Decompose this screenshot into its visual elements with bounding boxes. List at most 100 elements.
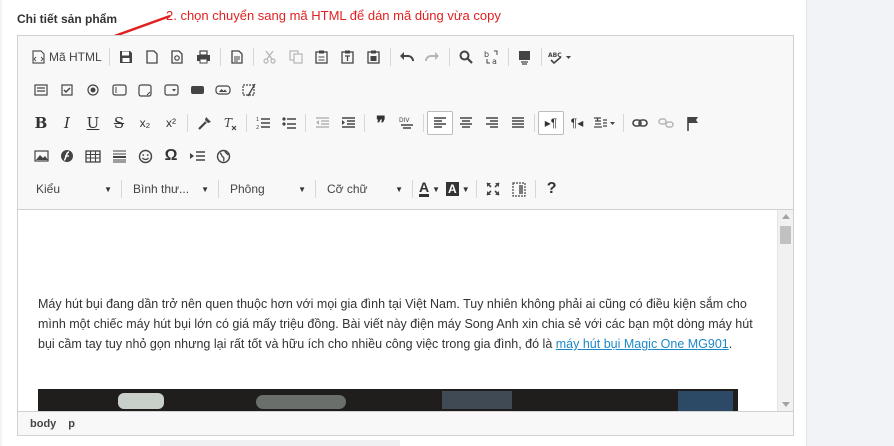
scroll-down-arrow-icon[interactable] <box>782 402 790 407</box>
style-combo-label: Kiểu <box>36 182 61 196</box>
select-field-button[interactable] <box>158 78 184 102</box>
format-combo-label: Bình thư... <box>133 182 190 196</box>
preview-button[interactable] <box>165 45 191 69</box>
align-right-button[interactable] <box>479 111 505 135</box>
language-icon <box>594 117 615 128</box>
editor-content-area[interactable]: Máy hút bụi đang dần trở nên quen thuộc … <box>18 210 793 411</box>
text-color-button[interactable]: A ▼ <box>416 177 443 201</box>
product-photo[interactable] <box>38 389 738 411</box>
outdent-button[interactable] <box>309 111 335 135</box>
textfield-button[interactable] <box>106 78 132 102</box>
help-button[interactable]: ? <box>539 177 565 201</box>
source-html-button[interactable]: Mã HTML <box>28 45 106 69</box>
toolbar-row-3: B I U S x₂ x² T 12 ❞ DIV ▸¶ ¶◂ <box>28 110 705 136</box>
font-combo[interactable]: Phông ▼ <box>222 177 312 201</box>
language-button[interactable] <box>590 111 620 135</box>
templates-button[interactable] <box>224 45 250 69</box>
radio-icon <box>87 84 99 96</box>
content-paragraph[interactable]: Máy hút bụi đang dần trở nên quen thuộc … <box>38 294 758 354</box>
unlink-icon <box>658 118 674 128</box>
toolbar-separator <box>475 180 477 198</box>
remove-format-icon: T <box>224 116 236 130</box>
subscript-button[interactable]: x₂ <box>132 111 158 135</box>
indent-button[interactable] <box>335 111 361 135</box>
replace-button[interactable]: ba <box>479 45 505 69</box>
div-icon: DIV <box>399 117 413 129</box>
underline-button[interactable]: U <box>80 111 106 135</box>
size-combo[interactable]: Cỡ chữ ▼ <box>319 177 409 201</box>
justify-button[interactable] <box>505 111 531 135</box>
image-button-button[interactable] <box>210 78 236 102</box>
save-button[interactable] <box>113 45 139 69</box>
checkbox-button[interactable] <box>54 78 80 102</box>
italic-button[interactable]: I <box>54 111 80 135</box>
hidden-field-button[interactable] <box>236 78 262 102</box>
toolbar-separator <box>364 114 365 132</box>
hidden-field-icon <box>241 83 256 97</box>
maximize-button[interactable] <box>480 177 506 201</box>
div-button[interactable]: DIV <box>394 111 420 135</box>
photo-highlight <box>678 391 733 411</box>
bg-color-button[interactable]: A ▼ <box>443 177 473 201</box>
copy-icon <box>289 50 303 64</box>
blockquote-button[interactable]: ❞ <box>368 111 394 135</box>
align-center-button[interactable] <box>453 111 479 135</box>
copy-button[interactable] <box>283 45 309 69</box>
textarea-button[interactable] <box>132 78 158 102</box>
format-combo[interactable]: Bình thư... ▼ <box>125 177 215 201</box>
new-page-button[interactable] <box>139 45 165 69</box>
form-button[interactable] <box>28 78 54 102</box>
copy-format-button[interactable] <box>191 111 217 135</box>
svg-text:2: 2 <box>256 125 259 130</box>
cut-button[interactable] <box>257 45 283 69</box>
path-body[interactable]: body <box>30 418 56 430</box>
anchor-button[interactable] <box>679 111 705 135</box>
special-char-button[interactable]: Ω <box>158 144 184 168</box>
scroll-thumb[interactable] <box>780 226 791 244</box>
scroll-up-arrow-icon[interactable] <box>782 214 790 219</box>
unlink-button[interactable] <box>653 111 679 135</box>
style-combo[interactable]: Kiểu ▼ <box>28 177 118 201</box>
paste-icon <box>315 50 328 64</box>
spellcheck-button[interactable]: ABC <box>545 45 575 69</box>
ltr-button[interactable]: ▸¶ <box>538 111 564 135</box>
link-icon <box>632 119 648 127</box>
table-button[interactable] <box>80 144 106 168</box>
paste-text-button[interactable] <box>335 45 361 69</box>
numbered-list-button[interactable]: 12 <box>250 111 276 135</box>
chevron-down-icon: ▼ <box>432 184 441 194</box>
button-field-button[interactable] <box>184 78 210 102</box>
rtl-button[interactable]: ¶◂ <box>564 111 590 135</box>
toolbar-separator <box>187 114 188 132</box>
paste-button[interactable] <box>309 45 335 69</box>
redo-button[interactable] <box>420 45 446 69</box>
link-button[interactable] <box>627 111 653 135</box>
show-blocks-button[interactable] <box>506 177 532 201</box>
horizontal-rule-button[interactable] <box>106 144 132 168</box>
align-left-button[interactable] <box>427 111 453 135</box>
redo-icon <box>425 52 440 62</box>
remove-format-button[interactable]: T <box>217 111 243 135</box>
path-p[interactable]: p <box>68 418 75 430</box>
paste-word-button[interactable] <box>361 45 387 69</box>
toolbar-separator <box>108 48 110 66</box>
radio-button[interactable] <box>80 78 106 102</box>
iframe-button[interactable] <box>210 144 236 168</box>
superscript-button[interactable]: x² <box>158 111 184 135</box>
image-button[interactable] <box>28 144 54 168</box>
page-break-button[interactable] <box>184 144 210 168</box>
strikethrough-button[interactable]: S <box>106 111 132 135</box>
find-button[interactable] <box>453 45 479 69</box>
bold-button[interactable]: B <box>28 111 54 135</box>
flash-button[interactable] <box>54 144 80 168</box>
bulleted-list-button[interactable] <box>276 111 302 135</box>
undo-button[interactable] <box>394 45 420 69</box>
form-icon <box>34 84 48 96</box>
smiley-button[interactable] <box>132 144 158 168</box>
print-button[interactable] <box>191 45 217 69</box>
photo-highlight <box>442 391 512 409</box>
select-all-button[interactable] <box>512 45 538 69</box>
product-link[interactable]: máy hút bụi Magic One MG901 <box>556 337 729 351</box>
toolbar-separator <box>389 48 391 66</box>
content-scrollbar[interactable] <box>777 210 793 411</box>
